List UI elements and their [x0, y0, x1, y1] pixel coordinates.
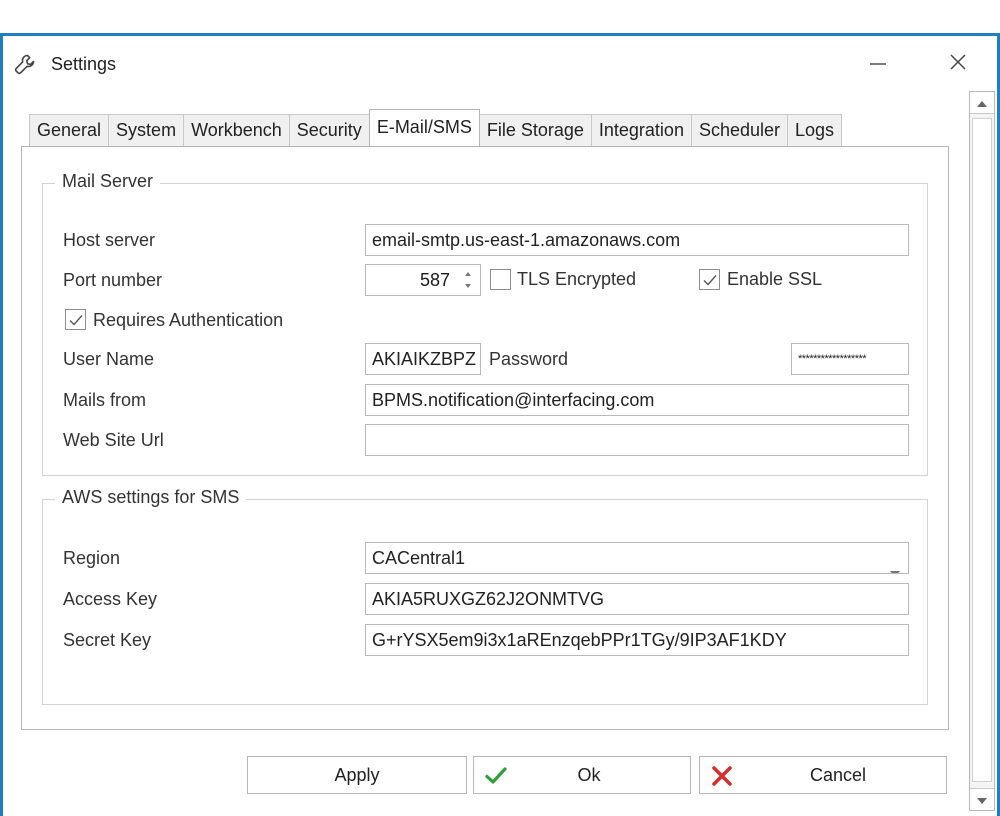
chevron-up-icon: [977, 94, 987, 112]
tab-security[interactable]: Security: [288, 114, 370, 146]
scroll-thumb[interactable]: [972, 118, 992, 782]
region-value: CACentral1: [372, 548, 466, 568]
tab-integration[interactable]: Integration: [590, 114, 692, 146]
wrench-icon: [13, 52, 39, 78]
region-select[interactable]: CACentral1: [365, 542, 909, 574]
tab-workbench[interactable]: Workbench: [183, 114, 290, 146]
tab-logs[interactable]: Logs: [787, 114, 843, 146]
enable-ssl-checkbox[interactable]: [699, 269, 720, 290]
password-label: Password: [489, 349, 569, 369]
email-sms-panel: Mail Server Host server email-smtp.us-ea…: [21, 146, 949, 730]
web-site-url-label: Web Site Url: [63, 430, 164, 450]
aws-sms-group: AWS settings for SMS Region CACentral1 A…: [42, 487, 928, 705]
chevron-down-icon: [977, 791, 987, 809]
settings-window: Settings General System Workbench Securi…: [0, 33, 1000, 816]
port-number-value: 587: [419, 270, 450, 290]
cancel-label: Cancel: [809, 765, 867, 785]
password-input[interactable]: ******************: [791, 343, 909, 375]
spin-arrows-icon[interactable]: [462, 268, 474, 292]
requires-authentication-checkbox[interactable]: [65, 309, 86, 330]
port-number-label: Port number: [63, 270, 163, 290]
tab-general[interactable]: General: [29, 114, 110, 146]
apply-label: Apply: [334, 765, 380, 785]
mails-from-input[interactable]: BPMS.notification@interfacing.com: [365, 384, 909, 416]
secret-key-input[interactable]: G+rYSX5em9i3x1aREnzqebPPr1TGy/9IP3AF1KDY: [365, 624, 909, 656]
ok-label: Ok: [577, 765, 601, 785]
access-key-input[interactable]: AKIA5RUXGZ62J2ONMTVG: [365, 583, 909, 615]
apply-button[interactable]: Apply: [247, 756, 467, 794]
ok-button[interactable]: Ok: [473, 756, 691, 794]
scroll-down-arrow[interactable]: [970, 788, 994, 810]
mail-server-group: Mail Server Host server email-smtp.us-ea…: [42, 171, 928, 476]
user-name-input[interactable]: AKIAIKZBPZ: [365, 343, 481, 375]
user-name-label: User Name: [63, 349, 155, 369]
web-site-url-input[interactable]: [365, 424, 909, 456]
aws-sms-legend: AWS settings for SMS: [55, 487, 247, 508]
window-title: Settings: [51, 54, 117, 74]
checkmark-icon: [69, 315, 83, 326]
vertical-scrollbar[interactable]: [969, 91, 995, 811]
mail-server-legend: Mail Server: [55, 171, 161, 192]
tab-scheduler[interactable]: Scheduler: [690, 114, 789, 146]
close-button[interactable]: [938, 46, 978, 82]
enable-ssl-label: Enable SSL: [727, 269, 823, 289]
title-bar: Settings: [3, 36, 997, 88]
secret-key-label: Secret Key: [63, 630, 152, 650]
minimize-button[interactable]: [858, 46, 898, 82]
tab-system[interactable]: System: [108, 114, 185, 146]
chevron-down-icon[interactable]: [890, 556, 900, 573]
tab-email-sms[interactable]: E-Mail/SMS: [368, 109, 480, 146]
host-server-input[interactable]: email-smtp.us-east-1.amazonaws.com: [365, 224, 909, 256]
mails-from-label: Mails from: [63, 390, 147, 410]
tab-file-storage[interactable]: File Storage: [478, 114, 592, 146]
scroll-up-arrow[interactable]: [970, 92, 994, 114]
close-icon: [948, 52, 968, 77]
requires-authentication-label: Requires Authentication: [93, 310, 284, 330]
host-server-label: Host server: [63, 230, 156, 250]
port-number-stepper[interactable]: 587: [365, 264, 481, 296]
tab-strip: General System Workbench Security E-Mail…: [29, 109, 843, 146]
region-label: Region: [63, 548, 121, 568]
checkmark-icon: [703, 275, 717, 286]
access-key-label: Access Key: [63, 589, 158, 609]
cancel-button[interactable]: Cancel: [699, 756, 947, 794]
tls-encrypted-label: TLS Encrypted: [517, 269, 637, 289]
minimize-icon: [868, 52, 888, 77]
tls-encrypted-checkbox[interactable]: [490, 269, 511, 290]
